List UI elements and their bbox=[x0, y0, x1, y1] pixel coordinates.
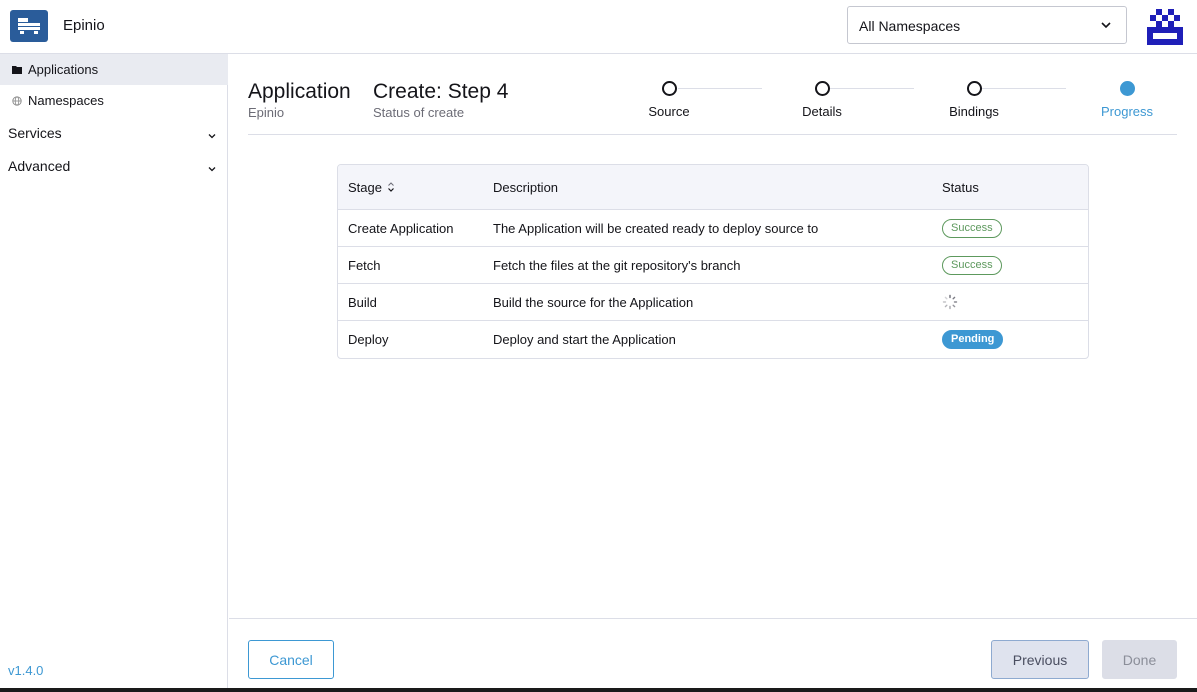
step-dot bbox=[661, 81, 677, 96]
page-title-block: Application Epinio bbox=[248, 80, 351, 120]
previous-button[interactable]: Previous bbox=[991, 640, 1089, 679]
stage-cell: Deploy bbox=[348, 332, 389, 347]
step-details[interactable]: Details bbox=[772, 81, 872, 119]
epinio-logo-icon[interactable] bbox=[10, 10, 48, 42]
namespace-select-value: All Namespaces bbox=[859, 18, 961, 34]
step-bindings[interactable]: Bindings bbox=[924, 81, 1024, 119]
table-header: Stage Description Status bbox=[338, 165, 1088, 210]
table-row: Fetch Fetch the files at the git reposit… bbox=[338, 247, 1088, 284]
description-cell: Fetch the files at the git repository's … bbox=[493, 257, 741, 273]
sidebar-group-services[interactable]: Services bbox=[0, 118, 228, 148]
user-avatar[interactable] bbox=[1147, 9, 1183, 45]
status-cell: Success bbox=[942, 210, 1002, 246]
stage-cell: Build bbox=[348, 294, 377, 310]
wizard-footer: Cancel Previous Done bbox=[229, 618, 1197, 692]
version-link[interactable]: v1.4.0 bbox=[8, 663, 43, 678]
header-divider bbox=[248, 134, 1177, 135]
page-title: Application bbox=[248, 80, 351, 103]
status-badge-pending: Pending bbox=[942, 330, 1004, 349]
status-cell: Pending bbox=[942, 321, 1004, 358]
table-row: Build Build the source for the Applicati… bbox=[338, 284, 1088, 321]
step-dot bbox=[814, 81, 830, 96]
sidebar-item-applications[interactable]: Applications bbox=[0, 54, 228, 85]
column-header-status: Status bbox=[942, 179, 979, 195]
sidebar-item-label: Applications bbox=[28, 62, 99, 77]
status-badge-success: Success bbox=[942, 218, 1002, 238]
step-label: Bindings bbox=[949, 104, 999, 119]
chevron-down-icon bbox=[207, 161, 217, 177]
table-row: Deploy Deploy and start the Application … bbox=[338, 321, 1088, 358]
top-header: Epinio All Namespaces bbox=[0, 0, 1197, 54]
sort-icon[interactable] bbox=[387, 181, 395, 193]
step-title: Create: Step 4 bbox=[373, 80, 509, 103]
window-bottom-edge bbox=[0, 688, 1197, 692]
step-progress[interactable]: Progress bbox=[1077, 81, 1177, 119]
step-subtitle: Status of create bbox=[373, 105, 465, 120]
step-title-block: Create: Step 4 Status of create bbox=[373, 80, 508, 120]
sidebar-item-namespaces[interactable]: Namespaces bbox=[0, 85, 228, 116]
namespace-select[interactable]: All Namespaces bbox=[847, 6, 1127, 44]
sidebar-group-label: Advanced bbox=[8, 158, 71, 174]
globe-icon bbox=[12, 95, 26, 106]
app-name: Epinio bbox=[63, 17, 105, 34]
description-cell: Build the source for the Application bbox=[493, 294, 694, 310]
sidebar-item-label: Namespaces bbox=[28, 93, 104, 108]
description-cell: Deploy and start the Application bbox=[493, 332, 676, 347]
status-cell: Success bbox=[942, 247, 1002, 283]
sidebar: Applications Namespaces Services Advance… bbox=[0, 54, 228, 692]
step-source[interactable]: Source bbox=[619, 81, 719, 119]
description-cell: The Application will be created ready to… bbox=[493, 220, 819, 236]
column-header-stage[interactable]: Stage bbox=[348, 165, 395, 209]
sidebar-group-label: Services bbox=[8, 125, 62, 141]
sidebar-group-advanced[interactable]: Advanced bbox=[0, 151, 228, 181]
main-content: Application Epinio Create: Step 4 Status… bbox=[229, 54, 1197, 692]
chevron-down-icon bbox=[1100, 18, 1112, 34]
table-row: Create Application The Application will … bbox=[338, 210, 1088, 247]
step-label: Details bbox=[802, 104, 842, 119]
step-label: Progress bbox=[1100, 104, 1154, 119]
step-dot bbox=[966, 81, 982, 96]
step-dot-current bbox=[1119, 81, 1135, 96]
done-button[interactable]: Done bbox=[1102, 640, 1177, 679]
stage-cell: Create Application bbox=[348, 220, 454, 236]
progress-table: Stage Description Status Create Applicat… bbox=[337, 164, 1089, 359]
page-subtitle: Epinio bbox=[248, 105, 285, 120]
stage-cell: Fetch bbox=[348, 257, 381, 273]
chevron-down-icon bbox=[207, 128, 217, 144]
status-badge-success: Success bbox=[942, 255, 1002, 275]
wizard-stepper: Source Details Bindings Progress bbox=[609, 81, 1197, 131]
loading-spinner-icon bbox=[942, 294, 958, 310]
status-cell bbox=[942, 284, 958, 320]
column-header-label: Stage bbox=[348, 179, 382, 195]
cancel-button[interactable]: Cancel bbox=[248, 640, 334, 679]
column-header-description: Description bbox=[493, 179, 559, 195]
folder-icon bbox=[12, 65, 26, 74]
step-label: Source bbox=[648, 104, 690, 119]
